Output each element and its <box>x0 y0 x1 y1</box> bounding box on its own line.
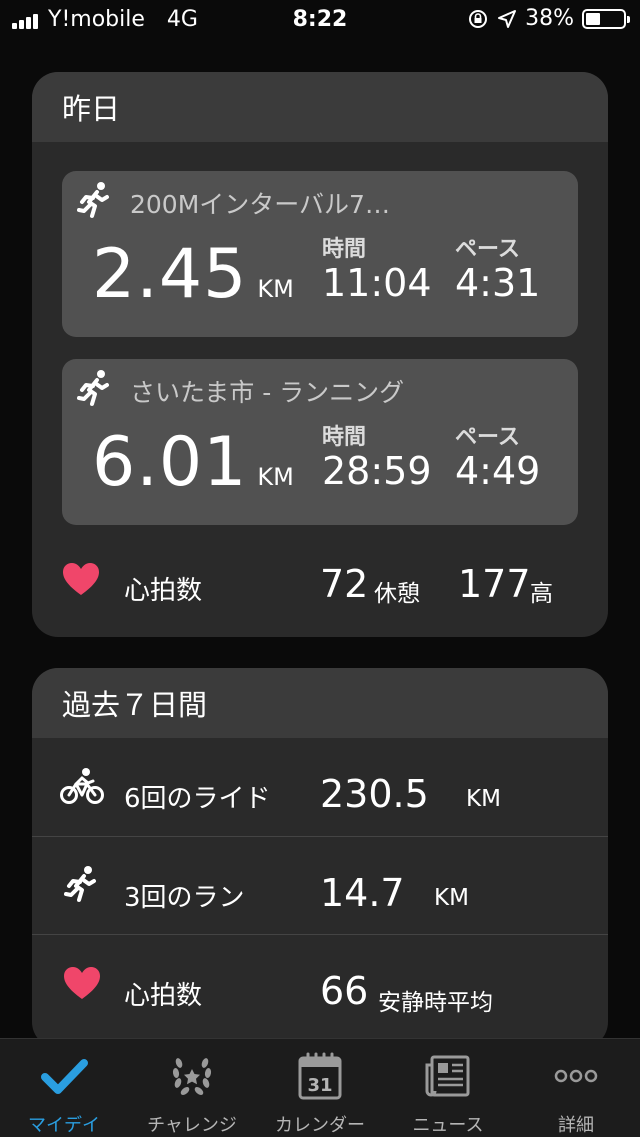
activity-time: 28:59 <box>322 449 432 493</box>
heart-icon <box>63 563 99 595</box>
pace-label: ペース <box>455 425 520 450</box>
high-label: 高 <box>530 581 553 607</box>
heart-rate-label: 心拍数 <box>124 576 203 606</box>
tab-calendar[interactable]: 31 カレンダー <box>256 1039 384 1137</box>
activity-pace: 4:31 <box>455 261 541 305</box>
distance-unit: KM <box>257 275 294 303</box>
activity-tile[interactable]: さいたま市 - ランニング 6.01 KM 時間 28:59 ペース 4:49 <box>62 359 578 525</box>
heart-icon <box>64 967 100 999</box>
yesterday-title: 昨日 <box>32 72 608 142</box>
last-7-days-title: 過去７日間 <box>32 668 608 738</box>
distance-unit: KM <box>257 463 294 491</box>
battery-icon <box>582 8 630 29</box>
tab-details[interactable]: 詳細 <box>512 1039 640 1137</box>
tab-label: 詳細 <box>558 1115 594 1136</box>
runs-distance: 14.7 <box>320 871 405 915</box>
calendar-day-number: 31 <box>307 1075 332 1096</box>
heart-rate-label: 心拍数 <box>124 981 203 1011</box>
last-7-days-card: 過去７日間 6回のライド 230.5 KM 3回のラン 14.7 KM 心拍数 … <box>32 668 608 1048</box>
yesterday-card: 昨日 200Mインターバル7… 2.45 KM 時間 11:04 ペース 4:3… <box>32 72 608 637</box>
runs-unit: KM <box>434 885 469 911</box>
tab-challenges[interactable]: チャレンジ <box>128 1039 256 1137</box>
rides-label: 6回のライド <box>124 784 271 814</box>
runs-label: 3回のラン <box>124 883 245 913</box>
heart-rate-average-row[interactable]: 心拍数 66 安静時平均 <box>32 934 608 1033</box>
time-label: 時間 <box>322 425 367 450</box>
tab-my-day[interactable]: マイデイ <box>0 1039 128 1137</box>
activity-name: さいたま市 - ランニング <box>130 378 405 407</box>
tab-label: ニュース <box>412 1115 484 1136</box>
rotation-lock-icon <box>469 9 488 28</box>
rides-distance: 230.5 <box>320 772 429 816</box>
activity-distance: 6.01 <box>92 423 248 502</box>
battery-percent: 38% <box>525 6 574 31</box>
runs-row[interactable]: 3回のラン 14.7 KM <box>32 836 608 935</box>
activity-time: 11:04 <box>322 261 432 305</box>
laurel-icon <box>172 1058 212 1095</box>
tab-news[interactable]: ニュース <box>384 1039 512 1137</box>
more-icon <box>554 1069 598 1083</box>
rides-row[interactable]: 6回のライド 230.5 KM <box>32 738 608 836</box>
resting-label: 休憩 <box>374 581 420 607</box>
run-icon <box>64 866 96 902</box>
activity-pace: 4:49 <box>455 449 541 493</box>
run-icon <box>77 182 109 218</box>
tab-label: チャレンジ <box>147 1115 237 1136</box>
average-resting-heart-rate: 66 <box>320 969 369 1013</box>
heart-rate-row[interactable]: 心拍数 72 休憩 177 高 <box>32 556 608 616</box>
time-label: 時間 <box>322 237 367 262</box>
tab-label: カレンダー <box>275 1115 365 1136</box>
activity-distance: 2.45 <box>92 235 248 314</box>
bike-icon <box>60 768 104 804</box>
tab-label: マイデイ <box>28 1115 100 1136</box>
pace-label: ペース <box>455 237 520 262</box>
rides-unit: KM <box>466 786 501 812</box>
check-icon <box>41 1059 88 1094</box>
resting-average-label: 安静時平均 <box>378 990 493 1016</box>
run-icon <box>77 370 109 406</box>
high-heart-rate: 177 <box>458 562 531 606</box>
activity-tile[interactable]: 200Mインターバル7… 2.45 KM 時間 11:04 ペース 4:31 <box>62 171 578 337</box>
resting-heart-rate: 72 <box>320 562 369 606</box>
status-bar: Y!mobile 4G 8:22 38% <box>0 0 640 40</box>
news-icon <box>425 1055 470 1097</box>
tab-bar: マイデイ チャレンジ 31 カレンダー ニュース 詳細 <box>0 1038 640 1137</box>
calendar-icon: 31 <box>298 1052 342 1100</box>
location-arrow-icon <box>498 9 517 28</box>
activity-name: 200Mインターバル7… <box>130 190 390 219</box>
